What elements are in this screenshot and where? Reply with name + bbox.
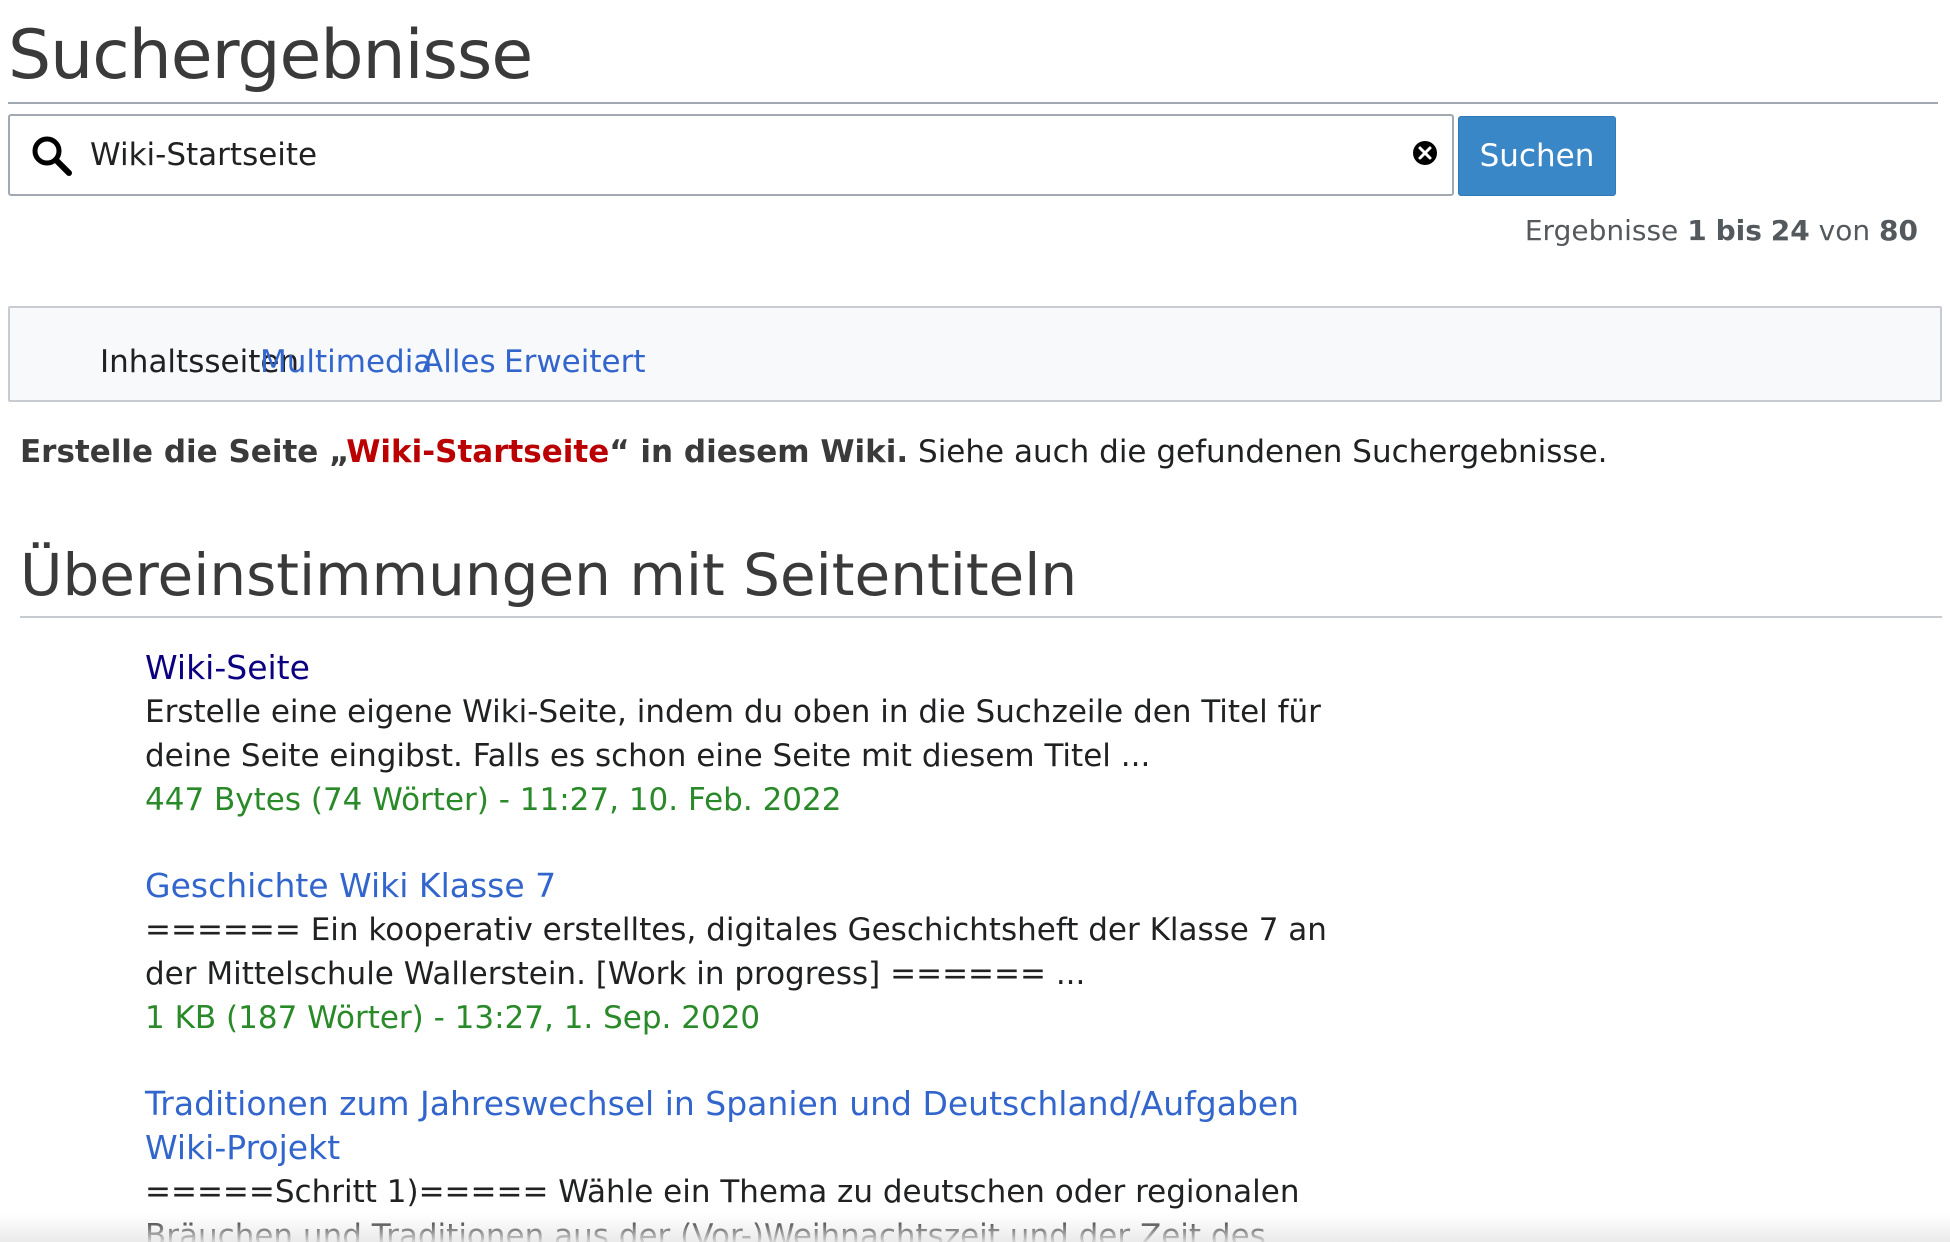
result-title-link[interactable]: Traditionen zum Jahreswechsel in Spanien… — [145, 1082, 1375, 1170]
search-result: Wiki-Seite Erstelle eine eigene Wiki-Sei… — [145, 646, 1375, 822]
search-icon — [30, 134, 74, 178]
results-count-to: 24 — [1770, 214, 1810, 247]
tab-alles[interactable]: Alles — [422, 344, 496, 380]
clear-icon[interactable] — [1410, 138, 1440, 168]
page-title: Suchergebnisse — [8, 16, 533, 95]
create-page-notice: Erstelle die Seite „Wiki-Startseite“ in … — [20, 434, 1608, 470]
section-divider — [20, 616, 1942, 618]
bottom-fade — [0, 1214, 1950, 1242]
search-profile-tabs: Inhaltsseiten Multimedia Alles Erweitert — [8, 306, 1942, 402]
search-input[interactable] — [90, 130, 1380, 180]
results-count-von: von — [1818, 214, 1871, 247]
results-count-from: 1 — [1687, 214, 1707, 247]
see-also-text: Siehe auch die gefundenen Suchergebnisse… — [918, 434, 1608, 470]
search-button[interactable]: Suchen — [1458, 116, 1616, 196]
results-count: Ergebnisse 1 bis 24 von 80 — [1525, 214, 1918, 247]
result-snippet: Erstelle eine eigene Wiki-Seite, indem d… — [145, 694, 1321, 774]
results-count-total: 80 — [1879, 214, 1918, 247]
search-result: Geschichte Wiki Klasse 7 ====== Ein koop… — [145, 864, 1375, 1040]
result-meta: 447 Bytes (74 Wörter) - 11:27, 10. Feb. … — [145, 782, 842, 818]
create-page-link[interactable]: Wiki-Startseite — [346, 434, 609, 470]
result-meta: 1 KB (187 Wörter) - 13:27, 1. Sep. 2020 — [145, 1000, 761, 1036]
create-prefix: Erstelle die Seite „ — [20, 434, 347, 470]
create-suffix: “ in diesem Wiki. — [609, 434, 909, 470]
result-title-link[interactable]: Geschichte Wiki Klasse 7 — [145, 864, 1375, 908]
tab-erweitert[interactable]: Erweitert — [504, 344, 646, 380]
result-snippet: ====== Ein kooperativ erstelltes, digita… — [145, 912, 1327, 992]
search-results-page: Suchergebnisse Suchen Ergebnisse 1 bis 2… — [0, 0, 1950, 1242]
title-divider — [8, 102, 1938, 104]
result-title-link[interactable]: Wiki-Seite — [145, 646, 1375, 690]
results-count-bis: bis — [1715, 214, 1762, 247]
tab-multimedia[interactable]: Multimedia — [260, 344, 432, 380]
results-count-prefix: Ergebnisse — [1524, 214, 1679, 247]
section-heading: Übereinstimmungen mit Seitentiteln — [20, 541, 1078, 609]
search-box[interactable] — [8, 114, 1454, 196]
